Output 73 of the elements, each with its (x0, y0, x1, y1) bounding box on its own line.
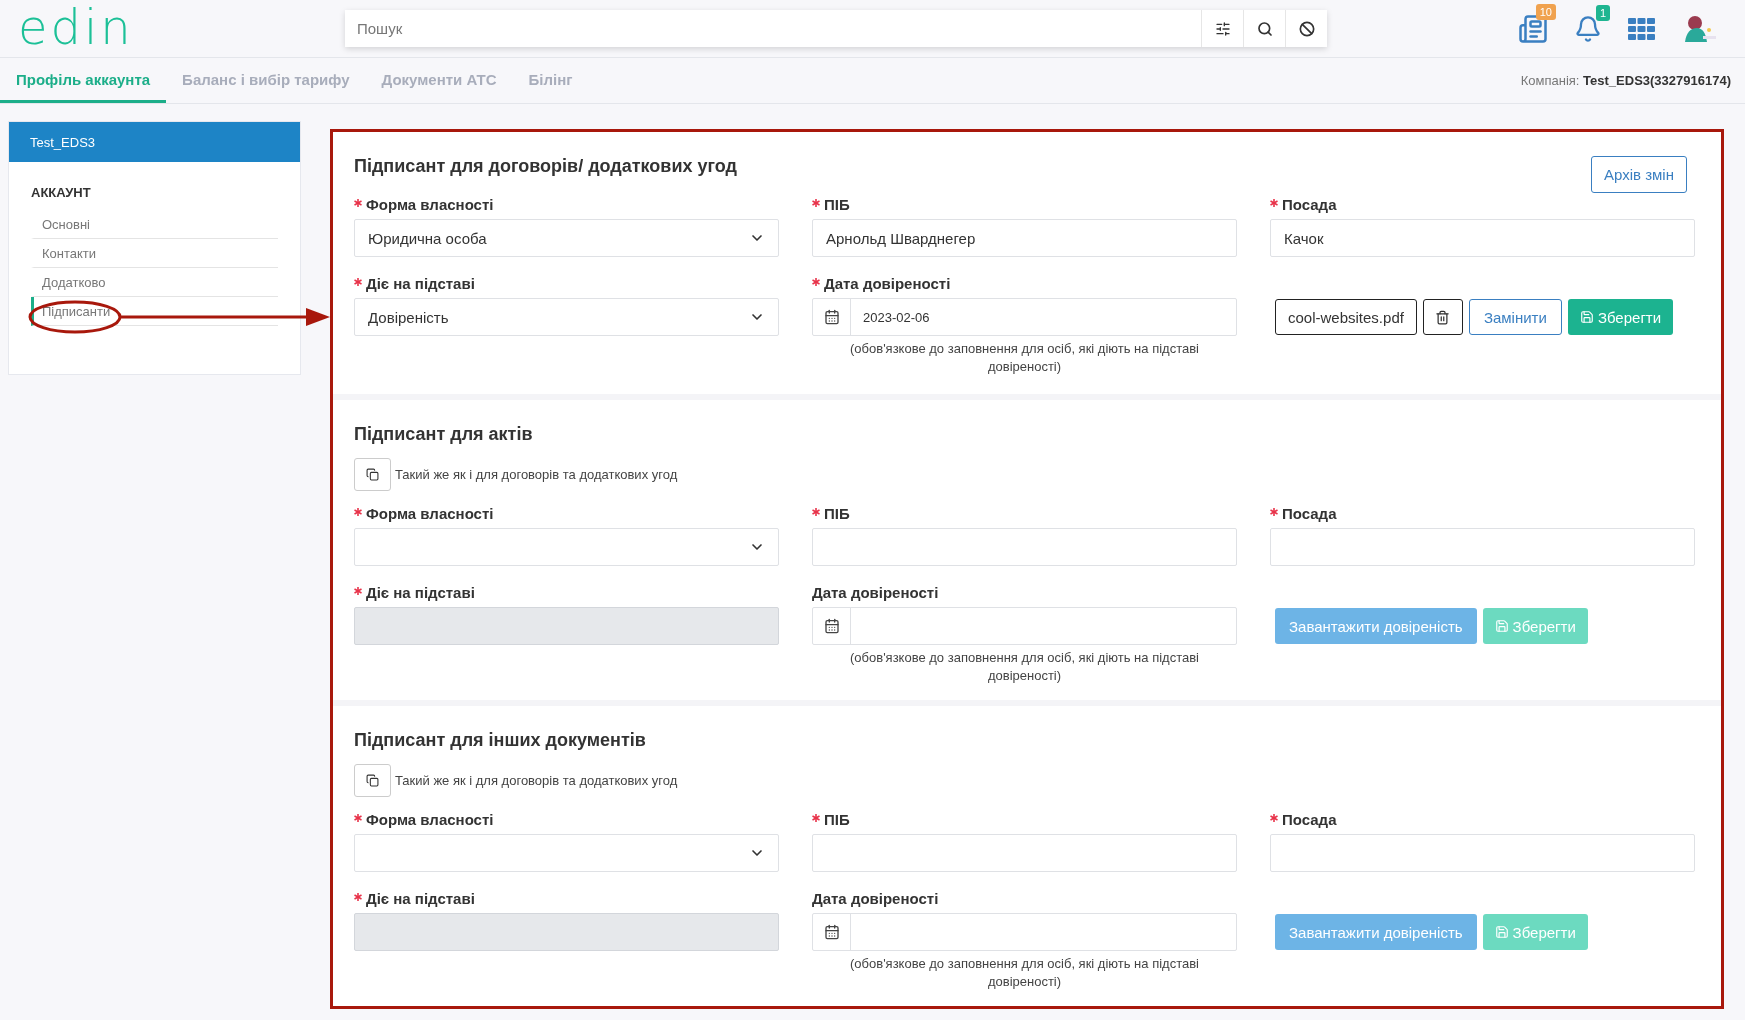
field-label: Дата довіреності (812, 890, 939, 907)
dropdown-field[interactable] (354, 528, 779, 566)
sidebar-item[interactable]: Контакти (31, 239, 278, 268)
archive-button[interactable]: Архів змін (1591, 156, 1687, 193)
field-label: ПІБ (824, 505, 850, 522)
date-field[interactable] (812, 913, 1237, 951)
sidebar-section-title: АККАУНТ (31, 185, 92, 200)
search-icon (1256, 20, 1273, 37)
field-label: Діє на підставі (366, 890, 475, 907)
input-field[interactable] (1270, 528, 1695, 566)
copy-button[interactable] (354, 458, 391, 491)
input-field[interactable]: Качок (1270, 219, 1695, 257)
field-label: Дата довіреності (824, 275, 951, 292)
header-icon-button[interactable] (1574, 14, 1602, 43)
input-field[interactable] (1270, 834, 1695, 872)
dropdown-field[interactable]: Довіреність (354, 298, 779, 336)
apps-grid-icon (1628, 17, 1655, 40)
field-label: Діє на підставі (366, 584, 475, 601)
count-badge: 10 (1535, 3, 1556, 20)
copy-icon (366, 468, 379, 481)
ban-icon (1298, 20, 1315, 37)
field-label: Посада (1282, 811, 1337, 828)
delete-button[interactable] (1422, 299, 1463, 335)
section-title: Підписант для договорів/ додаткових угод (354, 156, 737, 177)
sidebar-header: Test_EDS3 (9, 122, 300, 162)
count-badge: 1 (1595, 4, 1610, 21)
company-info: Компанія: Test_EDS3(3327916174) (1520, 73, 1731, 88)
field-label: Форма власності (366, 811, 494, 828)
hint-text: (обов'язкове до заповнення для осіб, які діють на підставі довіреності) (849, 649, 1200, 685)
clear-button[interactable] (1285, 10, 1327, 47)
header-icon-button[interactable] (1628, 17, 1655, 40)
sidebar-item[interactable]: Підписанти (31, 297, 278, 326)
input-field[interactable] (812, 528, 1237, 566)
replace-button[interactable]: Замінити (1468, 299, 1562, 335)
floppy-icon (1579, 310, 1594, 324)
sliders-icon (1214, 20, 1231, 37)
copy-option-label: Такий же як і для договорів та додаткових угод (395, 773, 678, 788)
calendar-icon (823, 924, 840, 940)
field-label: Діє на підставі (366, 275, 475, 292)
field-label: ПІБ (824, 811, 850, 828)
tab[interactable]: Профіль аккаунта (0, 58, 167, 103)
date-field[interactable] (812, 607, 1237, 645)
dropdown-field[interactable]: Юридична особа (354, 219, 779, 257)
floppy-icon (1494, 925, 1509, 939)
section-title: Підписант для актів (354, 424, 533, 445)
field-label: Посада (1282, 505, 1337, 522)
field-label: Посада (1282, 196, 1337, 213)
section-title: Підписант для інших документів (354, 730, 646, 751)
field-label: Форма власності (366, 505, 494, 522)
search-field[interactable]: Пошук (345, 10, 1327, 47)
sidebar-item[interactable]: Основні (31, 210, 278, 239)
copy-option-label: Такий же як і для договорів та додаткових угод (395, 467, 678, 482)
dropdown-field[interactable] (354, 834, 779, 872)
input-field[interactable]: Арнольд Шварднегер (812, 219, 1237, 257)
copy-icon (366, 774, 379, 787)
hint-text: (обов'язкове до заповнення для осіб, які діють на підставі довіреності) (849, 955, 1200, 991)
file-name-button[interactable]: cool-websites.pdf (1275, 299, 1417, 335)
calendar-icon (823, 618, 840, 634)
sidebar-item[interactable]: Додатково (31, 268, 278, 297)
calendar-icon (823, 309, 840, 325)
trash-icon (1435, 309, 1451, 325)
field-label: Форма власності (366, 196, 494, 213)
filter-button[interactable] (1201, 10, 1243, 47)
copy-button[interactable] (354, 764, 391, 797)
bell-icon (1574, 14, 1602, 43)
hint-text: (обов'язкове до заповнення для осіб, які діють на підставі довіреності) (849, 340, 1200, 376)
field-label: ПІБ (824, 196, 850, 213)
date-field[interactable]: 2023-02-06 (812, 298, 1237, 336)
input-field[interactable] (812, 834, 1237, 872)
floppy-icon (1494, 619, 1509, 633)
search-button[interactable] (1243, 10, 1285, 47)
save-button[interactable]: Зберегти (1567, 299, 1674, 335)
field-label: Дата довіреності (812, 584, 939, 601)
